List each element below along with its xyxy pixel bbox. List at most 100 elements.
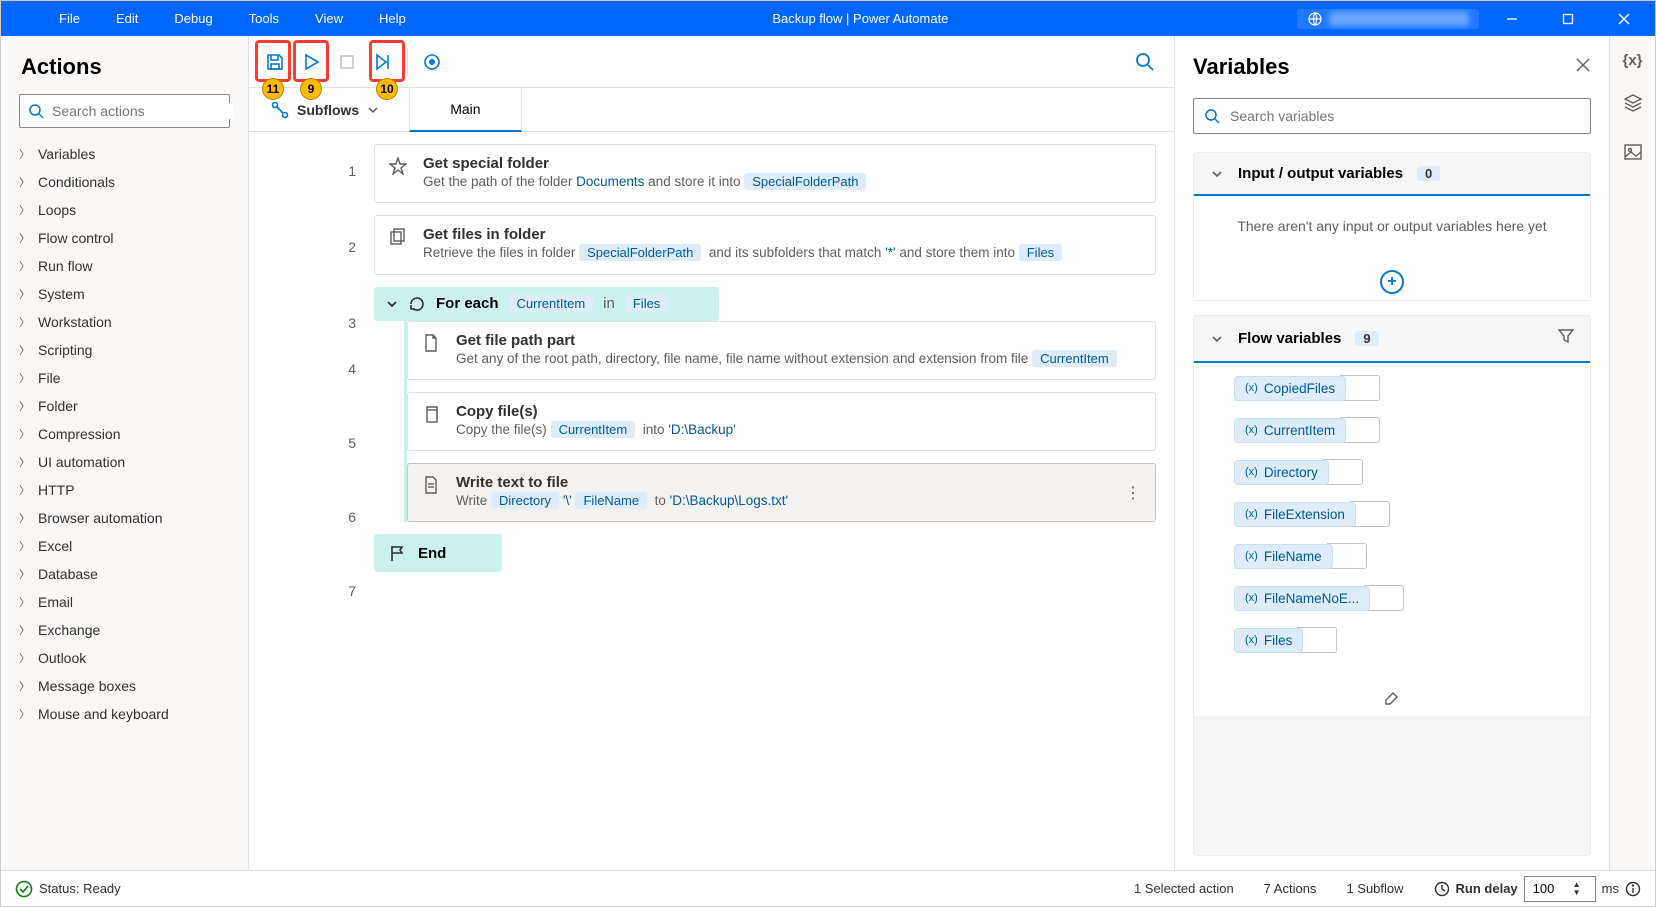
step-get-files[interactable]: Get files in folder Retrieve the files i… — [374, 215, 1156, 274]
chevron-down-icon — [1210, 167, 1224, 181]
more-icon[interactable]: ⋮ — [1125, 483, 1141, 503]
info-icon[interactable] — [1625, 881, 1641, 897]
menu-tools[interactable]: Tools — [231, 3, 297, 34]
flow-variable[interactable]: (x)CurrentItem — [1234, 417, 1578, 443]
delay-input[interactable]: ▲▼ — [1524, 876, 1596, 902]
flow-variable[interactable]: (x)FileNameNoE... — [1234, 585, 1578, 611]
action-category[interactable]: 〉Exchange — [7, 616, 242, 644]
layers-rail-icon[interactable] — [1623, 93, 1643, 118]
step-write-text[interactable]: Write text to file Write Directory '\' F… — [407, 463, 1156, 522]
flow-variable[interactable]: (x)FileName — [1234, 543, 1578, 569]
window-title: Backup flow | Power Automate — [424, 11, 1297, 26]
delay-value-input[interactable] — [1533, 881, 1573, 896]
chevron-right-icon: 〉 — [19, 482, 30, 498]
flow-variable[interactable]: (x)FileExtension — [1234, 501, 1578, 527]
maximize-button[interactable] — [1545, 1, 1591, 36]
step-copy-files[interactable]: Copy file(s) Copy the file(s) CurrentIte… — [407, 392, 1156, 451]
step-title: Get file path part — [456, 332, 1117, 349]
chevron-right-icon: 〉 — [19, 538, 30, 554]
run-button[interactable] — [293, 44, 329, 80]
environment-icon — [1307, 11, 1323, 27]
action-category[interactable]: 〉Loops — [7, 196, 242, 224]
action-category[interactable]: 〉HTTP — [7, 476, 242, 504]
step-desc: Get any of the root path, directory, fil… — [456, 349, 1117, 369]
stop-button[interactable] — [329, 44, 365, 80]
flow-variable[interactable]: (x)CopiedFiles — [1234, 375, 1578, 401]
menu-help[interactable]: Help — [361, 3, 424, 34]
step-end[interactable]: End — [374, 534, 502, 572]
filter-icon[interactable] — [1558, 328, 1574, 349]
action-category[interactable]: 〉Run flow — [7, 252, 242, 280]
chevron-right-icon: 〉 — [19, 706, 30, 722]
action-category[interactable]: 〉Outlook — [7, 644, 242, 672]
io-variables-header[interactable]: Input / output variables 0 — [1194, 153, 1590, 196]
action-category[interactable]: 〉Database — [7, 560, 242, 588]
flow-count-badge: 9 — [1355, 331, 1378, 346]
action-category[interactable]: 〉Browser automation — [7, 504, 242, 532]
action-category[interactable]: 〉Mouse and keyboard — [7, 700, 242, 728]
chevron-right-icon: 〉 — [19, 594, 30, 610]
action-category[interactable]: 〉Message boxes — [7, 672, 242, 700]
variables-rail-icon[interactable]: {x} — [1622, 52, 1642, 69]
add-variable-button[interactable]: + — [1380, 270, 1404, 294]
action-category[interactable]: 〉System — [7, 280, 242, 308]
write-file-icon — [422, 476, 442, 499]
variables-pane: Variables Input / output variables 0 The… — [1174, 36, 1609, 870]
menu-file[interactable]: File — [41, 3, 98, 34]
delay-spinner[interactable]: ▲▼ — [1573, 881, 1581, 897]
action-category[interactable]: 〉Conditionals — [7, 168, 242, 196]
flow-variables-header[interactable]: Flow variables 9 — [1194, 316, 1590, 363]
chevron-right-icon: 〉 — [19, 398, 30, 414]
close-icon[interactable] — [1575, 57, 1591, 78]
flow-variable[interactable]: (x)Directory — [1234, 459, 1578, 485]
menu-edit[interactable]: Edit — [98, 3, 156, 34]
chevron-right-icon: 〉 — [19, 510, 30, 526]
step-title: Get special folder — [423, 155, 866, 172]
minimize-button[interactable] — [1489, 1, 1535, 36]
variables-search[interactable] — [1193, 98, 1591, 134]
actions-search[interactable] — [19, 94, 230, 128]
check-circle-icon — [15, 880, 33, 898]
close-button[interactable] — [1601, 1, 1647, 36]
action-category[interactable]: 〉Email — [7, 588, 242, 616]
save-button[interactable] — [257, 44, 293, 80]
step-for-each[interactable]: For each CurrentItem in Files — [374, 287, 719, 321]
chevron-right-icon: 〉 — [19, 650, 30, 666]
actions-list[interactable]: 〉Variables 〉Conditionals 〉Loops 〉Flow co… — [1, 140, 248, 870]
record-button[interactable] — [414, 44, 450, 80]
step-get-special-folder[interactable]: Get special folder Get the path of the f… — [374, 144, 1156, 203]
action-category[interactable]: 〉UI automation — [7, 448, 242, 476]
menu-debug[interactable]: Debug — [156, 3, 230, 34]
action-category[interactable]: 〉Scripting — [7, 336, 242, 364]
actions-title: Actions — [1, 36, 248, 94]
flow-variables-list: (x)CopiedFiles (x)CurrentItem (x)Directo… — [1194, 363, 1590, 681]
step-title: Get files in folder — [423, 226, 1062, 243]
step-button[interactable] — [365, 44, 401, 80]
toolbar-separator — [407, 48, 408, 76]
chevron-right-icon: 〉 — [19, 370, 30, 386]
loop-icon — [408, 295, 426, 313]
step-get-file-path[interactable]: Get file path part Get any of the root p… — [407, 321, 1156, 380]
variables-search-input[interactable] — [1230, 108, 1580, 124]
actions-search-input[interactable] — [52, 103, 233, 119]
chevron-down-icon — [386, 298, 398, 310]
action-category[interactable]: 〉Compression — [7, 420, 242, 448]
action-category[interactable]: 〉Excel — [7, 532, 242, 560]
action-category[interactable]: 〉File — [7, 364, 242, 392]
image-rail-icon[interactable] — [1623, 142, 1643, 167]
flow-variable[interactable]: (x)Files — [1234, 627, 1578, 653]
action-category[interactable]: 〉Flow control — [7, 224, 242, 252]
clear-button[interactable] — [1194, 681, 1590, 716]
action-category[interactable]: 〉Folder — [7, 392, 242, 420]
statusbar: Status: Ready 1 Selected action 7 Action… — [1, 870, 1655, 906]
step-desc: Retrieve the files in folder SpecialFold… — [423, 243, 1062, 263]
chevron-right-icon: 〉 — [19, 286, 30, 302]
flow-search-button[interactable] — [1124, 41, 1166, 83]
menu-view[interactable]: View — [297, 3, 361, 34]
action-category[interactable]: 〉Variables — [7, 140, 242, 168]
action-category[interactable]: 〉Workstation — [7, 308, 242, 336]
environment-pill[interactable] — [1297, 9, 1479, 29]
tab-main[interactable]: Main — [409, 88, 521, 132]
star-icon — [389, 157, 409, 180]
subflows-dropdown[interactable]: Subflows — [261, 101, 389, 119]
